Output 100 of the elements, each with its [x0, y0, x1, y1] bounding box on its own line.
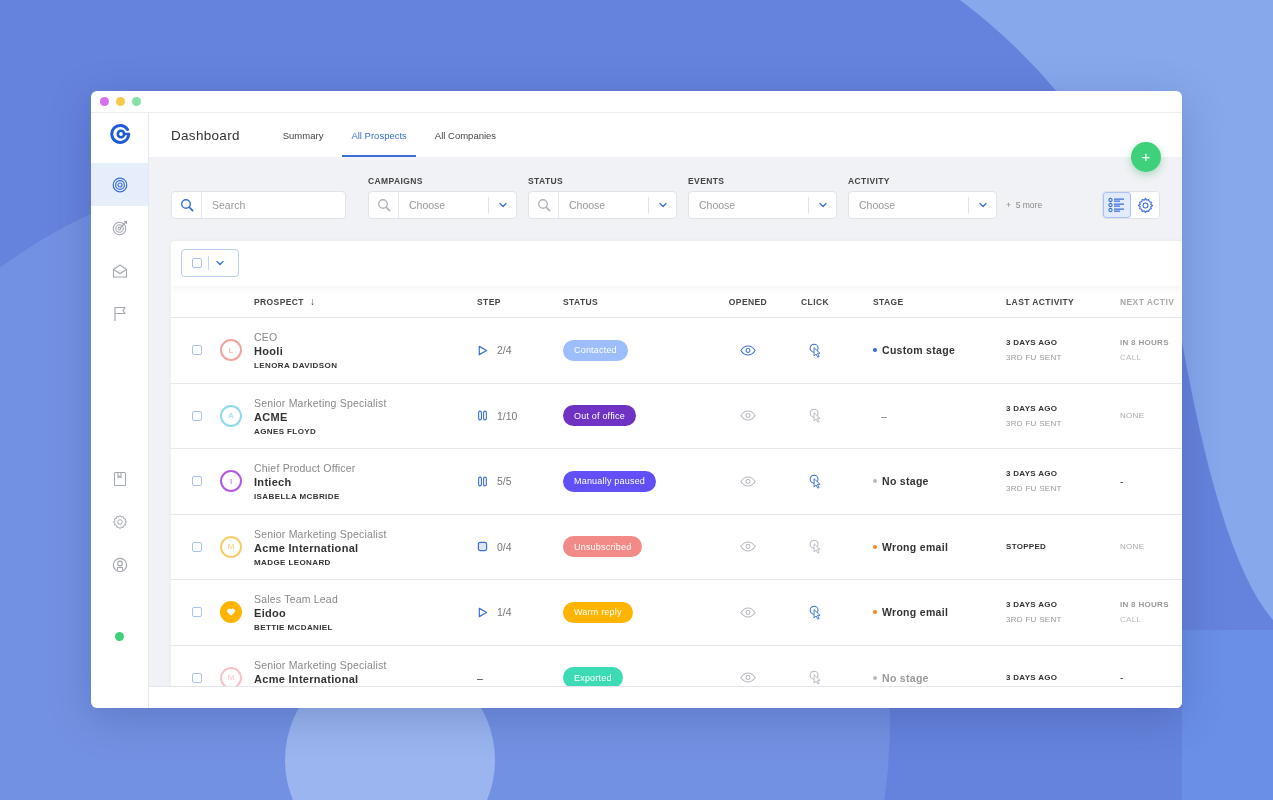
company-name: Acme International [254, 541, 359, 554]
prospect-name[interactable]: AGNES FLOYD [254, 426, 317, 436]
activity-detail: 3RD FU SENT [1006, 484, 1062, 494]
list-view-button[interactable] [1103, 192, 1131, 218]
document-icon [111, 470, 128, 487]
chevron-down-icon [215, 258, 225, 268]
next-activity: NONE [1120, 411, 1145, 421]
search-icon [536, 198, 551, 212]
column-header[interactable]: OPENED [728, 296, 768, 307]
avatar: A [220, 404, 242, 427]
job-title: CEO [254, 331, 278, 343]
checkbox[interactable] [192, 607, 202, 618]
window-control[interactable] [100, 97, 109, 106]
activity-detail: CALL [1120, 615, 1142, 625]
stage-label: No stage [882, 671, 929, 684]
company-name: ACME [254, 410, 288, 423]
target-icon [111, 176, 128, 193]
checkbox[interactable] [192, 541, 202, 552]
avatar: M [220, 535, 242, 558]
page-title: Dashboard [171, 126, 240, 145]
search-input[interactable]: Search [202, 199, 345, 211]
filter-label: ACTIVITY [848, 176, 891, 186]
stage-label: Custom stage [882, 344, 956, 357]
step-count: 0/4 [497, 540, 512, 553]
status-badge: Unsubscribed [563, 536, 643, 558]
tab[interactable]: All Companies [425, 113, 506, 157]
logo-icon [108, 123, 131, 145]
bulk-select-control[interactable] [181, 249, 239, 277]
step-count: 2/4 [497, 344, 512, 357]
next-activity: NONE [1120, 542, 1145, 552]
step-count: 1/10 [497, 409, 518, 422]
pause-icon [477, 475, 488, 487]
window-control[interactable] [116, 97, 125, 106]
sidebar-item[interactable] [91, 163, 148, 206]
user-icon [111, 556, 128, 573]
column-header[interactable]: PROSPECT [254, 296, 304, 307]
settings-icon [111, 513, 128, 530]
status-badge: Exported [563, 667, 623, 686]
last-activity: 3 DAYS AGO [1006, 673, 1058, 683]
avatar: L [220, 339, 242, 362]
column-header[interactable]: STEP [477, 296, 501, 307]
filter-label: STATUS [528, 176, 565, 186]
last-activity: 3 DAYS AGO [1006, 469, 1058, 479]
job-title: Senior Marketing Specialist [254, 527, 387, 540]
chevron-down-icon [977, 200, 988, 210]
tab[interactable]: Summary [273, 113, 333, 157]
play-icon [477, 606, 488, 618]
last-activity: 3 DAYS AGO [1006, 600, 1058, 610]
job-title: Sales Team Lead [254, 593, 338, 605]
next-activity: - [1120, 475, 1124, 487]
company-name: Intiech [254, 476, 292, 488]
chevron-down-icon [497, 200, 508, 210]
last-activity: 3 DAYS AGO [1006, 403, 1058, 413]
column-header[interactable]: STATUS [563, 296, 599, 307]
status-badge: Manually paused [563, 470, 657, 492]
sort-arrow[interactable]: ↓ [309, 296, 315, 307]
job-title: Senior Marketing Specialist [254, 658, 387, 671]
play-icon [477, 344, 488, 356]
activity-detail: 3RD FU SENT [1006, 615, 1062, 625]
pause-icon [477, 410, 488, 422]
prospect-name[interactable]: BETTIE MCDANIEL [254, 623, 333, 632]
last-activity: STOPPED [1006, 542, 1047, 552]
search-icon [179, 198, 194, 212]
prospect-name[interactable]: ISABELLA MCBRIDE [254, 492, 340, 501]
search-icon [376, 198, 391, 212]
activity-detail: 3RD FU SENT [1006, 353, 1062, 363]
filter-label: CAMPAIGNS [368, 176, 424, 186]
step-count: – [477, 671, 483, 684]
checkbox[interactable] [192, 476, 202, 487]
next-activity: - [1120, 672, 1124, 684]
job-title: Chief Product Officer [254, 462, 356, 474]
company-name: Acme International [254, 672, 359, 685]
checkbox[interactable] [192, 258, 202, 268]
envelope-icon [111, 262, 128, 279]
chevron-down-icon [657, 200, 668, 210]
activity-detail: 3RD FU SENT [1006, 418, 1062, 428]
search-field[interactable]: Search [171, 191, 346, 219]
checkbox[interactable] [192, 345, 202, 356]
flag-icon [111, 305, 128, 322]
checkbox[interactable] [192, 410, 202, 421]
status-badge: Contacted [563, 339, 628, 361]
status-badge: Out of office [563, 405, 636, 427]
company-name: Hooli [254, 345, 283, 357]
job-title: Senior Marketing Specialist [254, 396, 387, 409]
activity-detail: CALL [1120, 353, 1142, 363]
tab[interactable]: All Prospects [342, 113, 416, 157]
prospect-name[interactable]: MADGE LEONARD [254, 557, 331, 567]
window-control[interactable] [132, 97, 141, 106]
last-activity: 3 DAYS AGO [1006, 338, 1058, 348]
avatar: I [220, 470, 242, 493]
checkbox[interactable] [192, 672, 202, 683]
column-header[interactable]: STAGE [873, 296, 904, 307]
list-view-icon [1108, 197, 1126, 213]
column-header[interactable]: CLICK [801, 296, 829, 307]
stage-label: Wrong email [882, 606, 949, 619]
prospect-name[interactable]: LENORA DAVIDSON [254, 361, 338, 370]
filter-label: EVENTS [688, 176, 726, 186]
step-count: 1/4 [497, 606, 512, 619]
column-header[interactable]: LAST ACTIVITY [1006, 296, 1075, 307]
company-name: Eidoo [254, 607, 287, 619]
